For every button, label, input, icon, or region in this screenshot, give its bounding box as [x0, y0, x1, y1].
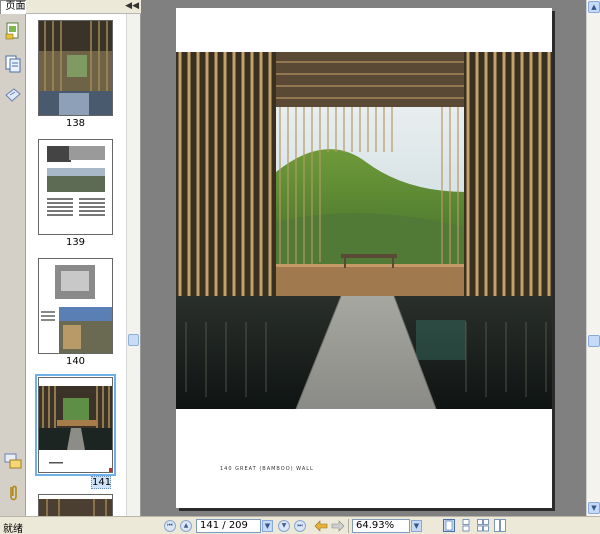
comments-icon[interactable] [4, 452, 22, 470]
zoom-dropdown-button[interactable]: ▼ [411, 520, 422, 532]
thumbnail-page-138[interactable] [38, 20, 113, 116]
thumbnail-label: 138 [65, 118, 86, 129]
last-page-button[interactable]: ⏭ [294, 520, 306, 532]
pages-tab-label: 页面 [5, 1, 26, 12]
zoom-field[interactable]: 64.93% [352, 519, 410, 533]
signatures-icon[interactable] [4, 86, 22, 104]
thumbnail-140-image [39, 259, 112, 353]
attachments-icon[interactable] [4, 484, 22, 502]
thumbnails-panel: ◀◀ 138 139 140 141 [26, 0, 141, 516]
thumbnail-page-139[interactable] [38, 139, 113, 235]
collapse-panel-button[interactable]: ◀◀ [125, 1, 139, 12]
go-back-icon[interactable] [314, 520, 328, 532]
thumbnails-scrollbar[interactable] [126, 14, 140, 516]
single-page-view-icon[interactable] [443, 519, 455, 532]
continuous-facing-view-icon[interactable] [494, 519, 506, 532]
thumbnail-label-selected: 141 [91, 476, 112, 489]
next-page-button[interactable]: ▼ [278, 520, 290, 532]
thumbnail-page-142[interactable] [38, 494, 113, 516]
thumbnail-label: 140 [65, 356, 86, 367]
pdf-page: 140 GREAT (BAMBOO) WALL [176, 8, 552, 508]
page-number-field[interactable]: 141 / 209 [196, 519, 261, 533]
thumbnails-header: ◀◀ [26, 0, 141, 14]
previous-page-button[interactable]: ▲ [180, 520, 192, 532]
bamboo-wall-photo [176, 52, 552, 410]
thumbnail-label: 139 [65, 237, 86, 248]
thumbnails-scroll-thumb[interactable] [128, 334, 139, 346]
document-view[interactable]: 140 GREAT (BAMBOO) WALL [141, 0, 586, 516]
toolbar-separator [348, 519, 349, 533]
thumbnail-138-image [39, 21, 112, 115]
thumbnail-139-image [39, 140, 112, 234]
thumbnail-page-141[interactable] [35, 374, 116, 476]
scroll-down-button[interactable]: ▼ [588, 502, 600, 514]
page-dropdown-button[interactable]: ▼ [262, 520, 273, 532]
pdf-reader-window: 页面 ◀◀ 138 139 140 141 140 GREAT (BAMBOO)… [0, 0, 600, 534]
status-text: 就绪 [3, 524, 23, 534]
thumbnail-page-140[interactable] [38, 258, 113, 354]
status-bar: 就绪 ⏮ ▲ 141 / 209 ▼ ▼ ⏭ 64.93% ▼ [0, 516, 600, 534]
navigation-icon-strip: 页面 [0, 0, 31, 516]
first-page-button[interactable]: ⏮ [164, 520, 176, 532]
scroll-up-button[interactable]: ▲ [588, 1, 600, 13]
page-caption: 140 GREAT (BAMBOO) WALL [220, 466, 314, 472]
thumbnail-list: 138 139 140 141 [26, 14, 126, 516]
facing-view-icon[interactable] [477, 519, 489, 532]
continuous-view-icon[interactable] [460, 519, 472, 532]
bookmarks-icon[interactable] [4, 55, 22, 73]
go-forward-icon[interactable] [331, 520, 345, 532]
document-scroll-thumb[interactable] [588, 335, 600, 347]
thumbnail-141-image [39, 378, 112, 472]
thumbnail-142-image [39, 495, 112, 516]
pages-icon[interactable] [4, 22, 22, 40]
document-scrollbar[interactable]: ▲ ▼ [586, 0, 600, 516]
